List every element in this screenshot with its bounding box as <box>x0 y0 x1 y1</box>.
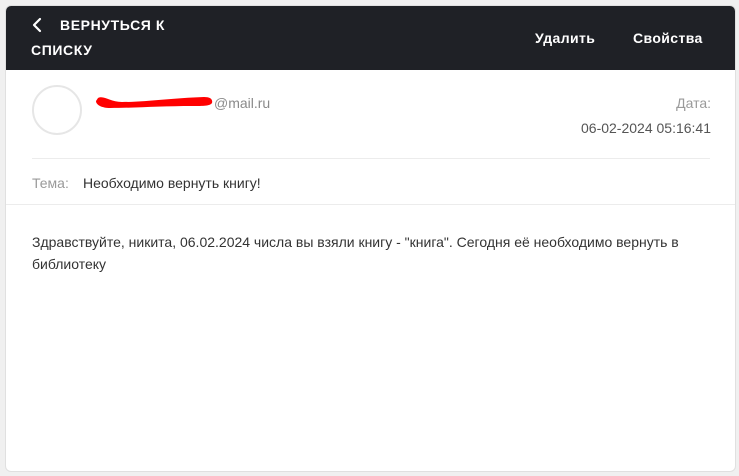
date-value: 06-02-2024 05:16:41 <box>581 120 711 136</box>
back-link-label-line1: ВЕРНУТЬСЯ К <box>60 17 166 33</box>
sender-redaction-mark <box>96 97 213 108</box>
back-link-label-line2: СПИСКУ <box>31 42 93 58</box>
properties-button[interactable]: Свойства <box>633 30 703 46</box>
subject-value: Необходимо вернуть книгу! <box>83 175 261 191</box>
chevron-left-icon <box>32 17 42 33</box>
header-divider <box>32 158 710 159</box>
sender-email-domain: @mail.ru <box>214 95 271 111</box>
message-card: ВЕРНУТЬСЯ К СПИСКУ Удалить Свойства @mai… <box>5 5 736 472</box>
delete-button[interactable]: Удалить <box>535 30 595 46</box>
message-toolbar: ВЕРНУТЬСЯ К СПИСКУ Удалить Свойства <box>6 6 735 70</box>
back-to-list-link[interactable]: ВЕРНУТЬСЯ К СПИСКУ <box>31 15 181 61</box>
date-label: Дата: <box>676 95 711 111</box>
subject-divider <box>6 204 735 205</box>
sender-avatar <box>32 85 82 135</box>
message-body: Здравствуйте, никита, 06.02.2024 числа в… <box>32 234 679 272</box>
subject-label: Тема: <box>32 175 69 191</box>
